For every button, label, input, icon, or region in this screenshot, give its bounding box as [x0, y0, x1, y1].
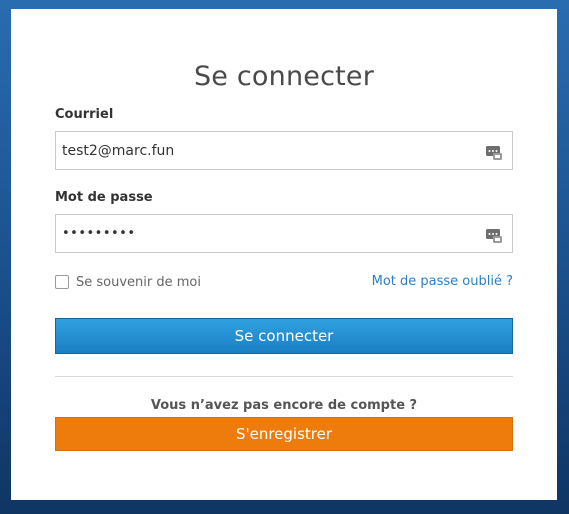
- divider: [55, 376, 513, 377]
- password-field-wrapper: [55, 214, 513, 253]
- remember-label: Se souvenir de moi: [76, 274, 201, 290]
- email-field-wrapper: [55, 131, 513, 170]
- remember-me[interactable]: Se souvenir de moi: [55, 273, 201, 291]
- email-label: Courriel: [55, 107, 114, 122]
- remember-checkbox[interactable]: [55, 275, 69, 289]
- no-account-text: Vous n’avez pas encore de compte ?: [150, 398, 418, 413]
- password-manager-icon[interactable]: [485, 226, 503, 244]
- email-input[interactable]: [56, 132, 512, 169]
- forgot-password-link[interactable]: Mot de passe oublié ?: [372, 273, 513, 291]
- login-card: Se connecter Courriel Mot de passe Se so…: [11, 9, 557, 500]
- password-manager-icon[interactable]: [485, 143, 503, 161]
- login-button[interactable]: Se connecter: [55, 318, 513, 354]
- password-input[interactable]: [56, 215, 512, 252]
- page-title: Se connecter: [193, 61, 375, 92]
- register-button[interactable]: S'enregistrer: [55, 417, 513, 451]
- password-label: Mot de passe: [55, 190, 153, 205]
